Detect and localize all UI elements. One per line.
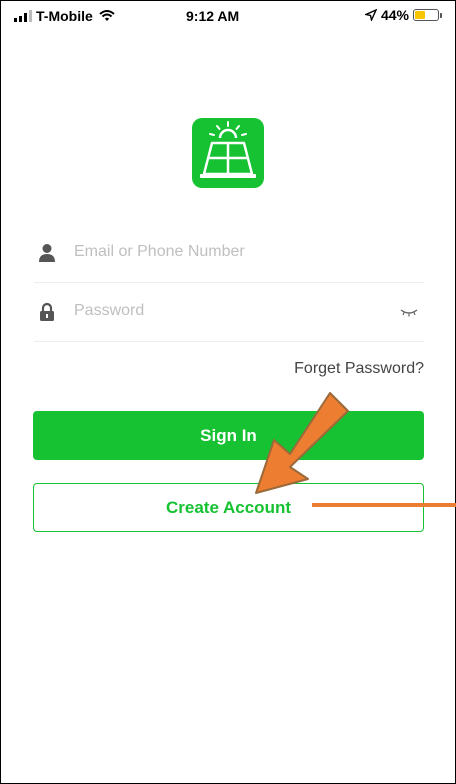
password-input[interactable] [74,299,374,323]
battery-percent: 44% [380,7,409,23]
password-row [34,283,424,342]
create-account-button[interactable]: Create Account [33,483,424,532]
battery-tip [440,12,442,18]
location-arrow-icon [364,9,377,21]
signal-icon [14,10,32,22]
solar-panel-icon [200,121,256,178]
eye-closed-icon[interactable] [398,305,420,319]
carrier-name: T-Mobile [36,8,93,24]
status-bar: T-Mobile 9:12 AM 44% [0,0,456,30]
email-row [34,224,424,283]
battery-icon [413,9,439,21]
forget-password-link[interactable]: Forget Password? [294,360,424,378]
app-logo [192,118,264,188]
lock-icon [40,302,54,321]
sign-in-button[interactable]: Sign In [33,411,424,460]
status-left: T-Mobile [14,8,115,24]
battery-fill [415,11,425,19]
clock: 9:12 AM [186,8,240,24]
user-icon [39,244,55,262]
status-right: 44% [364,7,442,23]
wifi-icon [99,10,115,21]
email-input[interactable] [74,240,374,264]
